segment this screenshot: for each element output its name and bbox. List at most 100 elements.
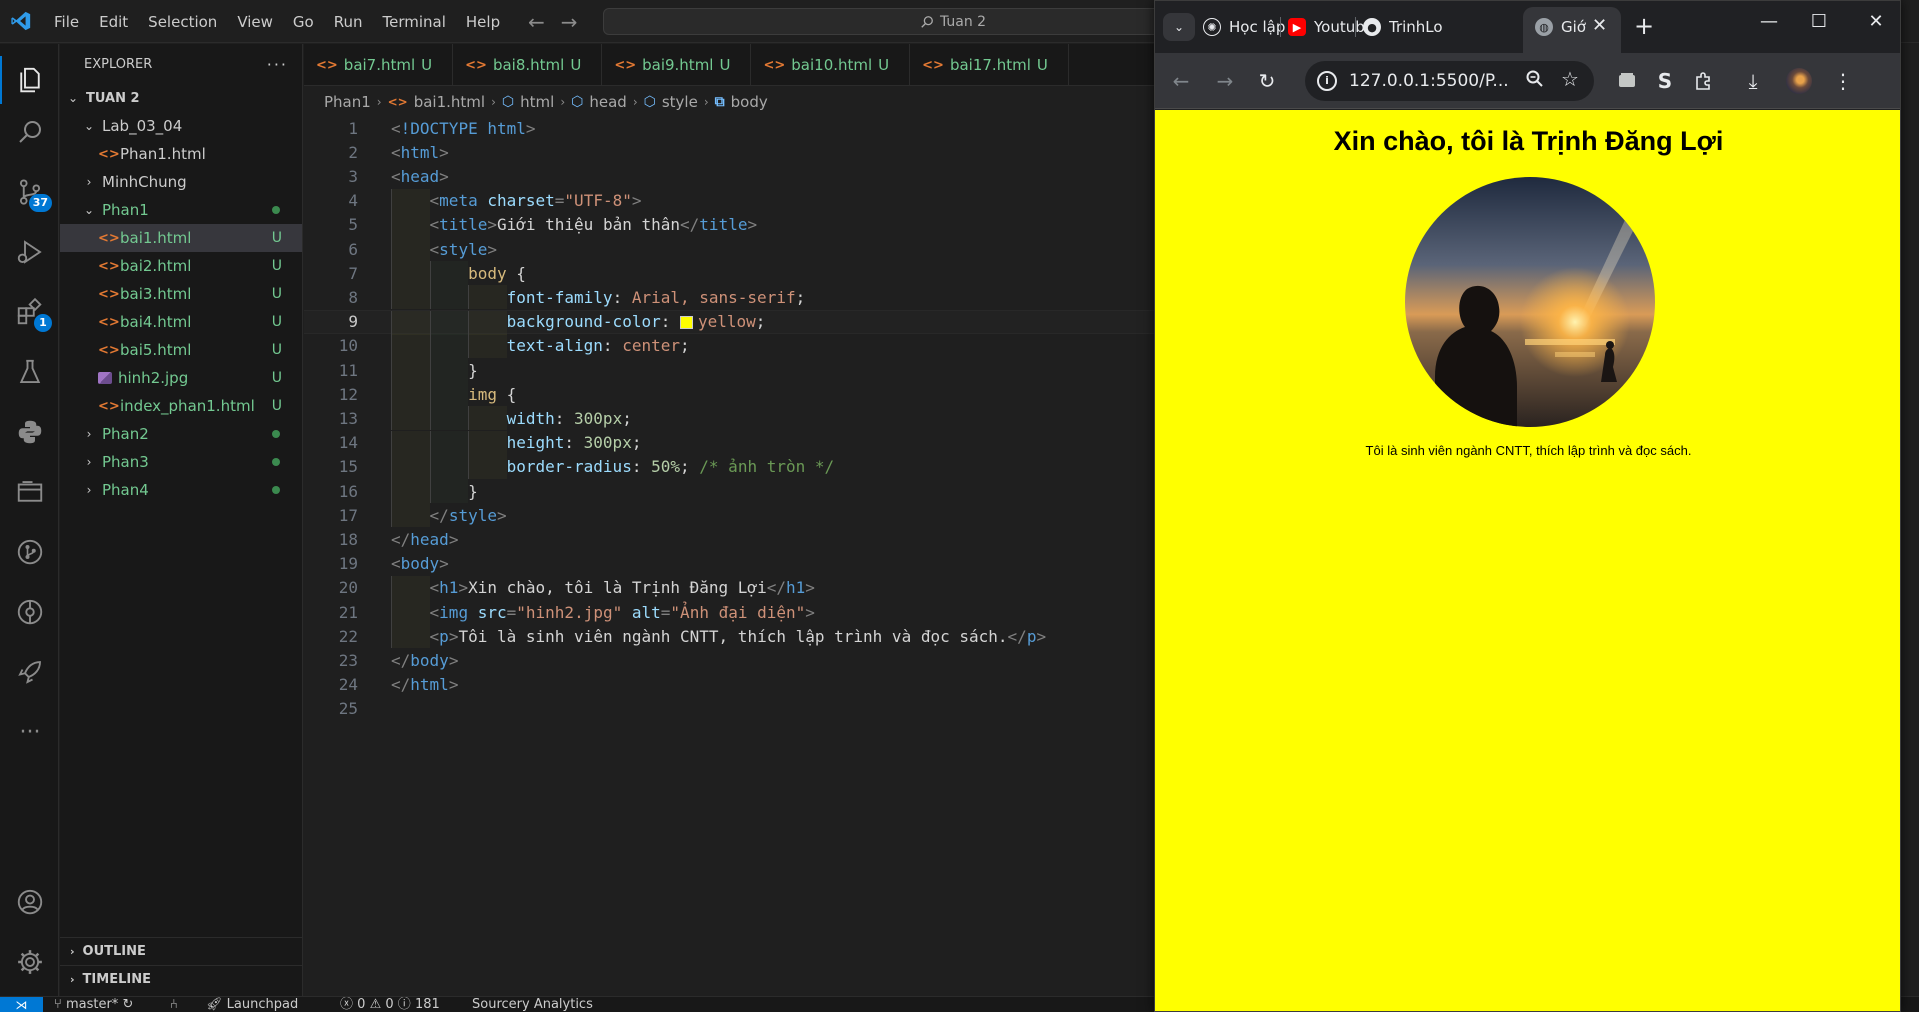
more-views-icon[interactable]: ··· bbox=[14, 716, 46, 748]
code-line[interactable]: 17 </style> bbox=[304, 503, 1154, 528]
code-line[interactable]: 25 bbox=[304, 697, 1154, 721]
search-icon[interactable] bbox=[14, 116, 46, 148]
code-line[interactable]: 2 <html> bbox=[304, 140, 1154, 164]
bookmark-star-icon[interactable]: ☆ bbox=[1561, 67, 1579, 91]
editor-tab[interactable]: <> bai9.html U bbox=[602, 44, 752, 86]
run-debug-icon[interactable] bbox=[14, 236, 46, 268]
browser-tab[interactable]: ● TrinhLo bbox=[1363, 11, 1467, 43]
launchpad-item[interactable]: 🚀︎ Launchpad bbox=[206, 997, 298, 1012]
code-line[interactable]: 18 </head> bbox=[304, 527, 1154, 551]
color-swatch-icon[interactable] bbox=[679, 316, 693, 330]
profile-avatar[interactable] bbox=[1786, 68, 1812, 94]
extensions-puzzle-icon[interactable] bbox=[1689, 67, 1717, 95]
folder-item[interactable]: › MinhChung bbox=[60, 168, 302, 196]
editor-tab[interactable]: <> bai17.html U bbox=[910, 44, 1069, 86]
menu-help[interactable]: Help bbox=[456, 13, 510, 31]
chrome-menu-icon[interactable]: ⋮ bbox=[1829, 67, 1857, 95]
code-line[interactable]: 15 border-radius: 50%; /* ảnh tròn */ bbox=[304, 454, 1154, 479]
folder-item[interactable]: ⌄ Phan1 bbox=[60, 196, 302, 224]
code-line[interactable]: 9 background-color: yellow; bbox=[304, 309, 1154, 335]
folder-item[interactable]: › Phan3 bbox=[60, 448, 302, 476]
editor-tab[interactable]: <> bai7.html U bbox=[304, 44, 454, 86]
code-line[interactable]: 22 <p>Tôi là sinh viên ngành CNTT, thích… bbox=[304, 624, 1154, 649]
accounts-icon[interactable] bbox=[14, 886, 46, 918]
tab-search-chevron-icon[interactable]: ⌄ bbox=[1163, 13, 1195, 41]
menu-file[interactable]: File bbox=[44, 13, 89, 31]
branch-indicator[interactable]: ⑂ master* ↻ bbox=[54, 997, 133, 1012]
code-line[interactable]: 8 font-family: Arial, sans-serif; bbox=[304, 285, 1154, 310]
more-actions-icon[interactable]: ··· bbox=[267, 55, 288, 74]
code-line[interactable]: 1 <!DOCTYPE html> bbox=[304, 116, 1154, 140]
menu-selection[interactable]: Selection bbox=[138, 13, 227, 31]
remote-indicator-icon[interactable]: ⋊ bbox=[0, 997, 43, 1012]
download-icon[interactable]: ⤓ bbox=[1739, 67, 1767, 95]
file-item[interactable]: <> bai2.html U bbox=[60, 252, 302, 280]
menu-view[interactable]: View bbox=[227, 13, 283, 31]
code-line[interactable]: 6 <style> bbox=[304, 237, 1154, 261]
code-line[interactable]: 11 } bbox=[304, 358, 1154, 382]
explorer-icon[interactable] bbox=[14, 64, 46, 96]
breadcrumb-item[interactable]: bai1.html bbox=[414, 93, 485, 111]
code-line[interactable]: 14 height: 300px; bbox=[304, 430, 1154, 455]
back-arrow-icon[interactable]: ← bbox=[1167, 67, 1195, 95]
git-graph-status-icon[interactable]: ⑃ bbox=[170, 997, 178, 1012]
file-item[interactable]: hinh2.jpg U bbox=[60, 364, 302, 392]
code-line[interactable]: 13 width: 300px; bbox=[304, 406, 1154, 431]
git-graph-icon[interactable] bbox=[14, 536, 46, 568]
menu-run[interactable]: Run bbox=[324, 13, 373, 31]
code-line[interactable]: 3 <head> bbox=[304, 164, 1154, 188]
problems-indicator[interactable]: ⓧ 0 ⚠ 0 ⓘ 181 bbox=[340, 997, 440, 1012]
code-line[interactable]: 20 <h1>Xin chào, tôi là Trịnh Đăng Lợi</… bbox=[304, 575, 1154, 600]
breadcrumb-item[interactable]: Phan1 bbox=[324, 93, 371, 111]
code-line[interactable]: 19 <body> bbox=[304, 552, 1154, 576]
code-line[interactable]: 7 body { bbox=[304, 261, 1154, 286]
folder-item[interactable]: › Phan4 bbox=[60, 476, 302, 504]
file-item[interactable]: <> index_phan1.html U bbox=[60, 392, 302, 420]
zoom-icon[interactable] bbox=[1525, 69, 1545, 89]
breadcrumb-item[interactable]: head bbox=[589, 93, 626, 111]
maximize-icon[interactable]: ☐ bbox=[1804, 11, 1834, 32]
menu-go[interactable]: Go bbox=[283, 13, 324, 31]
code-editor[interactable]: 1 <!DOCTYPE html> 2 <html> 3 <head> 4 <meta ch… bbox=[304, 116, 1154, 996]
editor-tab[interactable]: <> bai8.html U bbox=[453, 44, 603, 86]
close-window-icon[interactable]: ✕ bbox=[1861, 11, 1891, 32]
code-line[interactable]: 16 } bbox=[304, 479, 1154, 503]
minimize-icon[interactable]: — bbox=[1754, 11, 1784, 32]
python-icon[interactable] bbox=[14, 416, 46, 448]
code-line[interactable]: 23 </body> bbox=[304, 648, 1154, 672]
new-tab-plus-icon[interactable]: + bbox=[1634, 12, 1654, 40]
code-line[interactable]: 5 <title>Giới thiệu bản thân</title> bbox=[304, 212, 1154, 237]
folder-item[interactable]: ⌄ Lab_03_04 bbox=[60, 112, 302, 140]
address-bar[interactable]: i 127.0.0.1:5500/P... ☆ bbox=[1305, 61, 1594, 101]
code-line[interactable]: 4 <meta charset="UTF-8"> bbox=[304, 188, 1154, 213]
breadcrumb-item[interactable]: html bbox=[520, 93, 554, 111]
menu-edit[interactable]: Edit bbox=[89, 13, 138, 31]
code-line[interactable]: 21 <img src="hinh2.jpg" alt="Ảnh đại diệ… bbox=[304, 600, 1154, 624]
code-line[interactable]: 12 img { bbox=[304, 382, 1154, 407]
file-item[interactable]: <> bai5.html U bbox=[60, 336, 302, 364]
rocket-icon[interactable] bbox=[14, 656, 46, 688]
close-tab-icon[interactable]: ✕ bbox=[1592, 15, 1607, 36]
extensions-icon[interactable]: 1 bbox=[14, 296, 52, 332]
file-item[interactable]: <> bai4.html U bbox=[60, 308, 302, 336]
folder-item[interactable]: › Phan2 bbox=[60, 420, 302, 448]
forward-arrow-icon[interactable]: → bbox=[1211, 67, 1239, 95]
testing-flask-icon[interactable] bbox=[14, 356, 46, 388]
remote-explorer-icon[interactable] bbox=[14, 476, 46, 508]
back-arrow-icon[interactable]: ← bbox=[528, 10, 545, 34]
menu-terminal[interactable]: Terminal bbox=[373, 13, 456, 31]
workspace-root[interactable]: ⌄ TUAN 2 bbox=[60, 84, 302, 112]
file-item[interactable]: <> bai1.html U bbox=[60, 224, 302, 252]
editor-tab[interactable]: <> bai10.html U bbox=[751, 44, 911, 86]
breadcrumb-item[interactable]: style bbox=[662, 93, 698, 111]
site-info-icon[interactable]: i bbox=[1317, 71, 1337, 91]
code-line[interactable]: 24 </html> bbox=[304, 673, 1154, 697]
file-item[interactable]: <> bai3.html U bbox=[60, 280, 302, 308]
skype-extension-icon[interactable]: S bbox=[1651, 67, 1679, 95]
reload-icon[interactable]: ↻ bbox=[1253, 67, 1281, 95]
browser-tab-active[interactable]: ◍ Giớ bbox=[1535, 11, 1599, 43]
settings-gear-icon[interactable] bbox=[14, 946, 46, 978]
gitlens-icon[interactable] bbox=[14, 596, 46, 628]
file-item[interactable]: <> Phan1.html bbox=[60, 140, 302, 168]
sourcery-analytics-label[interactable]: Sourcery Analytics bbox=[472, 997, 593, 1012]
